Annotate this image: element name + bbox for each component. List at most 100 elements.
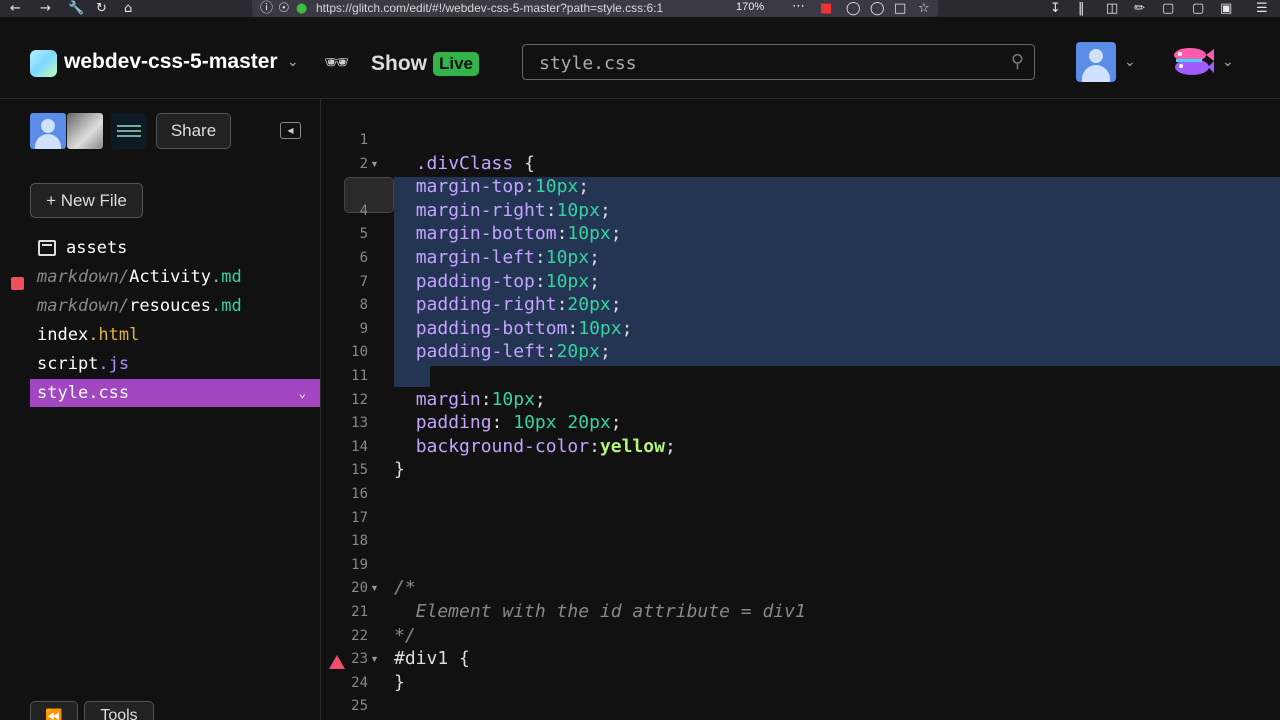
search-input[interactable]: style.css ⚲	[522, 44, 1035, 80]
code-line[interactable]: Element with the id attribute = div1	[394, 601, 806, 622]
warning-icon[interactable]	[329, 655, 345, 669]
file-ext: .html	[88, 325, 140, 345]
sidebar: Share ◀ + New File assets markdown/Activi…	[0, 99, 321, 720]
library-icon[interactable]: ‖	[1078, 0, 1085, 17]
collaborator-avatar[interactable]	[111, 113, 147, 149]
line-number: 24	[351, 674, 368, 691]
reader-icon[interactable]: □	[894, 0, 906, 17]
file-item-index[interactable]: index.html	[30, 321, 320, 349]
code-line[interactable]: margin:10px;	[394, 389, 546, 410]
glitch-fish-icon[interactable]	[1168, 45, 1214, 79]
lock-icon: ●	[296, 1, 308, 16]
info-icon[interactable]: ⓘ	[260, 0, 273, 17]
chevron-down-icon[interactable]: ⌄	[1124, 53, 1136, 70]
code-line[interactable]: }	[394, 672, 405, 693]
zoom-level[interactable]: 170%	[736, 1, 764, 13]
code-editor[interactable]: 1 2 ▼ .divClass { margin-top:10px; 4 margin…	[322, 99, 1280, 720]
line-number: 17	[351, 509, 368, 526]
tools-button[interactable]: Tools	[84, 701, 154, 720]
show-label: Show	[371, 52, 427, 75]
line-number: 4	[359, 202, 368, 219]
collaborator-avatar[interactable]	[67, 113, 103, 149]
file-item-resouces[interactable]: markdown/resouces.md	[30, 292, 320, 320]
code-line[interactable]: padding-top:10px;	[394, 271, 600, 292]
url-text[interactable]: https://glitch.com/edit/#!/webdev-css-5-…	[316, 1, 756, 15]
screenshot-icon[interactable]: ▢	[1162, 0, 1174, 17]
line-number: 10	[351, 344, 368, 361]
code-line[interactable]: padding-left:20px;	[394, 341, 611, 362]
file-name: resouces	[129, 296, 212, 316]
chevron-down-icon[interactable]: ⌄	[1222, 53, 1234, 70]
new-file-button[interactable]: + New File	[30, 183, 143, 218]
reload-icon[interactable]: ↻	[96, 0, 107, 17]
line-number: 12	[351, 391, 368, 408]
sync-icon[interactable]: ▢	[1192, 0, 1204, 17]
code-line[interactable]: padding-right:20px;	[394, 294, 622, 315]
code-line[interactable]: margin-top:10px;	[394, 176, 589, 197]
chevron-down-icon[interactable]: ⌄	[287, 53, 299, 70]
project-name[interactable]: webdev-css-5-master	[64, 50, 278, 74]
extension-icon[interactable]: ■	[820, 0, 832, 17]
project-logo-icon[interactable]	[30, 50, 57, 77]
file-item-assets[interactable]: assets	[30, 234, 320, 262]
share-button[interactable]: Share	[156, 113, 231, 149]
bulb-icon[interactable]: ◯	[846, 0, 861, 17]
tools-wrench-icon[interactable]: 🔧	[68, 0, 84, 17]
file-name: assets	[66, 238, 128, 258]
line-number: 8	[359, 297, 368, 314]
line-number: 20	[351, 580, 368, 597]
forward-icon[interactable]: →	[40, 0, 51, 17]
back-icon[interactable]: ←	[10, 0, 21, 17]
fold-toggle-icon[interactable]: ▼	[370, 583, 379, 593]
eyedropper-icon[interactable]: ✏	[1134, 0, 1145, 17]
record-indicator-icon	[11, 277, 24, 290]
line-number: 6	[359, 250, 368, 266]
app-header: webdev-css-5-master ⌄ 🕶 Show Live style.…	[0, 17, 1280, 99]
code-line[interactable]: padding-bottom:10px;	[394, 318, 633, 339]
code-line[interactable]: */	[394, 625, 416, 646]
search-placeholder: style.css	[539, 53, 637, 74]
file-dir: markdown/	[37, 267, 130, 287]
line-number: 7	[359, 273, 368, 290]
browser-toolbar: ← → 🔧 ↻ ⌂ ⓘ ☉ ● https://glitch.com/edit/…	[0, 0, 1280, 17]
more-actions-icon[interactable]: ⋯	[792, 0, 805, 15]
address-bar[interactable]: ⓘ ☉ ● https://glitch.com/edit/#!/webdev-…	[252, 0, 938, 17]
fold-toggle-icon[interactable]: ▼	[370, 654, 379, 664]
extensions-icon[interactable]: ▣	[1220, 0, 1232, 17]
file-name: index	[37, 325, 89, 345]
code-line[interactable]: background-color:yellow;	[394, 436, 676, 457]
code-line[interactable]: margin-bottom:10px;	[394, 223, 622, 244]
code-line[interactable]: }	[394, 459, 405, 480]
line-number: 1	[359, 132, 368, 148]
rewind-button[interactable]: ⏪	[30, 701, 78, 720]
live-badge: Live	[433, 52, 480, 76]
user-avatar[interactable]	[1076, 42, 1116, 82]
code-line[interactable]: #div1 {	[394, 648, 470, 669]
fold-toggle-icon[interactable]: ▼	[370, 159, 379, 169]
line-number: 2	[359, 155, 368, 172]
download-icon[interactable]: ↧	[1050, 0, 1061, 17]
line-number: 13	[351, 415, 368, 432]
file-item-script[interactable]: script.js	[30, 350, 320, 378]
line-number: 15	[351, 462, 368, 479]
home-icon[interactable]: ⌂	[124, 0, 132, 17]
file-name: script	[37, 354, 99, 374]
file-item-style[interactable]: style.css ⌄	[30, 379, 320, 407]
bookmark-star-icon[interactable]: ☆	[918, 0, 930, 17]
shield-icon[interactable]: ☉	[278, 0, 290, 17]
chevron-down-icon[interactable]: ⌄	[299, 379, 306, 407]
menu-icon[interactable]: ☰	[1256, 0, 1268, 17]
sidebar-icon[interactable]: ◫	[1106, 0, 1118, 17]
collaborator-avatar[interactable]	[30, 113, 66, 149]
code-line[interactable]: padding: 10px 20px;	[394, 412, 622, 433]
pocket-icon[interactable]: ◯	[870, 0, 885, 17]
line-number: 21	[351, 604, 368, 620]
code-line[interactable]: margin-right:10px;	[394, 200, 611, 221]
code-line[interactable]: margin-left:10px;	[394, 247, 600, 268]
line-number: 14	[351, 438, 368, 455]
file-item-activity[interactable]: markdown/Activity.md	[30, 263, 320, 291]
code-line[interactable]: .divClass {	[394, 153, 535, 174]
collapse-sidebar-icon[interactable]: ◀	[280, 122, 301, 139]
code-line[interactable]: /*	[394, 577, 416, 598]
line-number: 19	[351, 556, 368, 573]
